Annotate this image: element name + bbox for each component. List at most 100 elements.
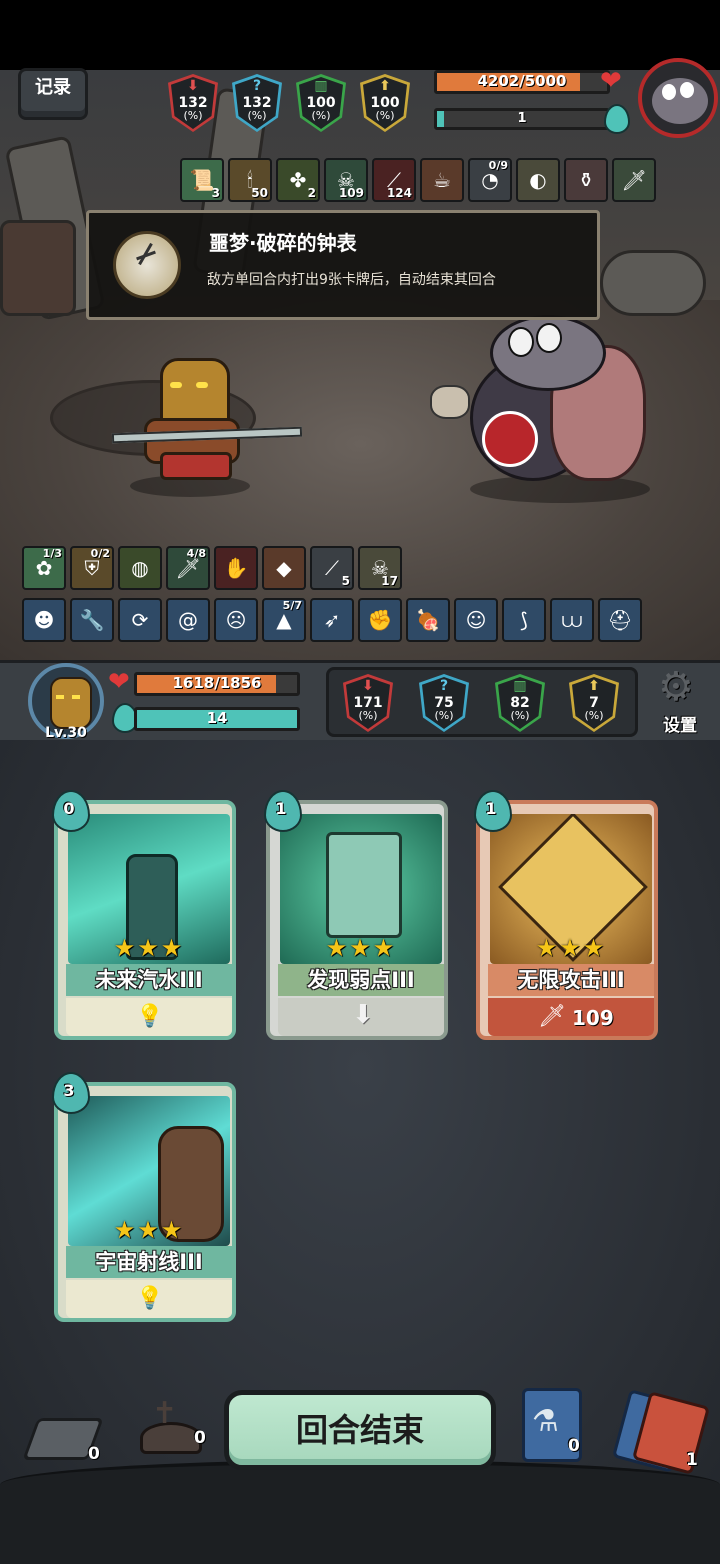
discard-pile[interactable]: 1 xyxy=(611,1389,712,1475)
player-stats-panel: ⬇ 171 (%) ? 75 (%) ▥ 82 (%) ⬆ 7 (%) xyxy=(326,667,638,737)
broken-pocket-watch-icon[interactable]: ◔ 0/9 xyxy=(468,158,512,202)
skull-poison-icon[interactable]: ☠ 109 xyxy=(324,158,368,202)
cross-icon: ✝ xyxy=(152,1396,178,1431)
armor-icon[interactable]: ⛨ 0/2 xyxy=(70,546,114,590)
card-infinite-attack[interactable]: ★★★ 无限攻击III 🗡 109 1 xyxy=(474,790,658,1040)
enemy-stat-defense: ▥ 100 (%) xyxy=(296,74,346,132)
blue-kunai-icon[interactable]: ➶ xyxy=(310,598,354,642)
settings-button[interactable]: ⚙ 设置 xyxy=(650,665,710,739)
player-hp-bar: 1618/1856 xyxy=(134,672,300,696)
player-energy-text: 14 xyxy=(206,709,228,727)
potion-slot[interactable]: ⚗ 0 xyxy=(518,1386,588,1466)
draw-pile[interactable]: 0 xyxy=(22,1408,106,1468)
wrench-icon[interactable]: 🔧 xyxy=(70,598,114,642)
heart-icon: ❤ xyxy=(600,66,622,96)
enemy-energy-bar: 1 xyxy=(434,108,610,130)
player-stat-unit: (%) xyxy=(358,709,378,722)
player-stat-value: 7 xyxy=(589,695,599,711)
player-panel: Lv.30 ❤ 1618/1856 14 ⬇ 171 (%) ? 75 (%) … xyxy=(0,660,720,746)
fire-cup-icon[interactable]: ☕ xyxy=(420,158,464,202)
enemy-stat-value: 100 xyxy=(370,95,400,111)
sword-icon: 🗡 xyxy=(538,1004,566,1029)
orc-face-icon[interactable]: ☹ xyxy=(214,598,258,642)
clover-icon[interactable]: ✤ 2 xyxy=(276,158,320,202)
tree-roots xyxy=(0,220,76,316)
record-button[interactable]: 记录 xyxy=(18,68,88,120)
dagger-icon[interactable]: 🗡 4/8 xyxy=(166,546,210,590)
enemy-hp-text: 4202/5000 xyxy=(477,72,567,90)
card-stars: ★★★ xyxy=(535,934,607,962)
enemy-stat-unit: (%) xyxy=(247,109,267,122)
enemy-stat-value: 132 xyxy=(242,95,272,111)
enemy-hp-bar: 4202/5000 xyxy=(434,70,610,94)
card-cost-value: 3 xyxy=(63,1081,75,1100)
enemy-stat-value: 100 xyxy=(306,95,336,111)
red-imp-icon[interactable]: ☺ xyxy=(454,598,498,642)
buff-progress: 5/7 xyxy=(282,599,302,612)
card-cost: 0 xyxy=(50,786,90,832)
plant-icon[interactable]: ✿ 1/3 xyxy=(22,546,66,590)
meat-bone-icon[interactable]: 🍖 xyxy=(406,598,450,642)
draw-pile-count: 0 xyxy=(88,1444,100,1464)
buff-glyph: ☺ xyxy=(465,608,487,632)
player-hp-text: 1618/1856 xyxy=(172,674,262,692)
swirl-icon[interactable]: @ xyxy=(166,598,210,642)
down-arrow-icon: ⬇ xyxy=(352,1000,374,1030)
settings-label: 设置 xyxy=(663,716,697,736)
card-future-soda[interactable]: ★★★ 未来汽水III 💡 0 xyxy=(52,790,236,1040)
player-status-row-1: ✿ 1/3 ⛨ 0/2 ◍ 🗡 4/8 ✋ ◆ ⟋ 5 ☠ 17 xyxy=(22,546,442,594)
bleed-slash-icon[interactable]: ⟋ 124 xyxy=(372,158,416,202)
card-damage-value: 109 xyxy=(572,1006,614,1030)
enemy-character[interactable] xyxy=(430,315,650,495)
question-mark-icon: ? xyxy=(252,78,262,94)
demon-mask-icon[interactable]: ☻ xyxy=(22,598,66,642)
bleed-slash-icon[interactable]: ⟋ 5 xyxy=(310,546,354,590)
buff-count: 50 xyxy=(251,186,268,200)
end-turn-button[interactable]: 回合结束 xyxy=(224,1390,496,1470)
round-shield-icon[interactable]: ◍ xyxy=(118,546,162,590)
buff-progress: 0/2 xyxy=(90,547,110,560)
buff-glyph: ➶ xyxy=(323,608,341,632)
card-cosmic-ray[interactable]: ★★★ 宇宙射线III 💡 3 xyxy=(52,1072,236,1322)
dragon-egg-icon[interactable]: ◐ xyxy=(516,158,560,202)
question-mark-icon: ? xyxy=(439,678,449,694)
card-stars: ★★★ xyxy=(113,934,185,962)
hero-character[interactable] xyxy=(111,352,303,492)
enemy-portrait[interactable] xyxy=(638,58,718,138)
buff-glyph: ◆ xyxy=(276,556,292,580)
card-cost-value: 0 xyxy=(63,799,75,818)
enemy-stat-unit: (%) xyxy=(183,109,203,122)
rune-scroll-icon[interactable]: 📜 3 xyxy=(180,158,224,202)
energy-drop-icon xyxy=(604,104,630,134)
tooltip-title: 噩梦·破碎的钟表 xyxy=(209,231,357,255)
cycle-clock-icon[interactable]: ⟳ xyxy=(118,598,162,642)
enemy-stat-unit: (%) xyxy=(375,109,395,122)
card-name: 宇宙射线III xyxy=(66,1246,232,1278)
spartan-helmet-icon[interactable]: ⛑ xyxy=(598,598,642,642)
trap-icon[interactable]: ⩊ xyxy=(550,598,594,642)
card-name: 发现弱点III xyxy=(278,964,444,996)
slime-sword-icon[interactable]: 🗡 xyxy=(612,158,656,202)
purple-crystal-icon[interactable]: ◆ xyxy=(262,546,306,590)
buff-glyph: ◐ xyxy=(529,168,547,192)
player-energy-bar: 14 xyxy=(134,707,300,731)
graveyard-pile[interactable]: ✝ 0 xyxy=(130,1392,212,1462)
vial-icon[interactable]: ⚱ xyxy=(564,158,608,202)
card-cost-value: 1 xyxy=(485,799,497,818)
enemy-stat-unit: (%) xyxy=(311,109,331,122)
buff-glyph: ⚱ xyxy=(577,168,595,192)
leather-glove-icon[interactable]: ✊ xyxy=(358,598,402,642)
buff-glyph: 🔧 xyxy=(79,608,105,632)
player-stat-value: 75 xyxy=(434,695,454,711)
flask-icon: ⚗ xyxy=(532,1404,559,1439)
broom-icon[interactable]: ⟆ xyxy=(502,598,546,642)
candle-icon[interactable]: 🕯 50 xyxy=(228,158,272,202)
enemy-stat-attack: ⬇ 132 (%) xyxy=(168,74,218,132)
gauntlet-icon[interactable]: ✋ xyxy=(214,546,258,590)
gear-icon: ⚙ xyxy=(658,664,694,710)
broken-pocket-watch-icon xyxy=(113,231,181,299)
wizard-hat-icon[interactable]: ▲ 5/7 xyxy=(262,598,306,642)
card-find-weakness[interactable]: ★★★ 发现弱点III ⬇ 1 xyxy=(264,790,448,1040)
card-footer: ⬇ xyxy=(278,998,444,1036)
skull-poison-icon[interactable]: ☠ 17 xyxy=(358,546,402,590)
